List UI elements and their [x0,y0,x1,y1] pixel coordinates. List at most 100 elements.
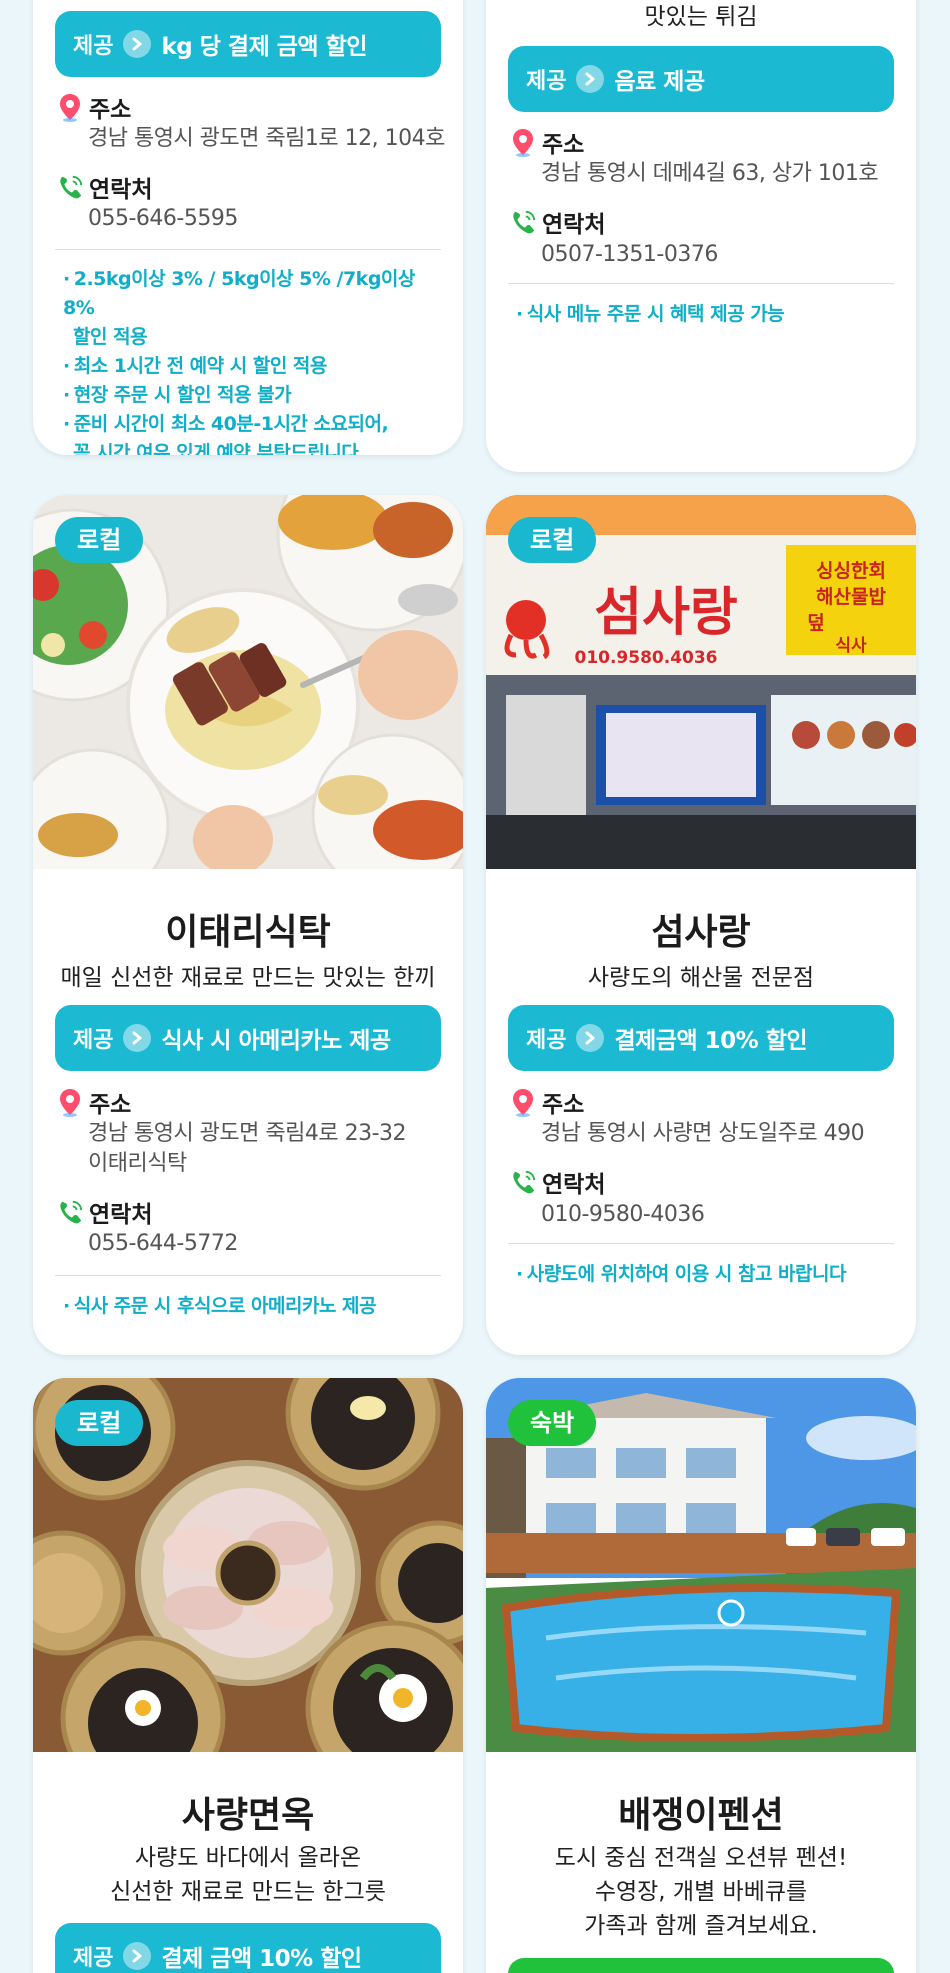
offer-banner[interactable]: 제공 음료 제공 [508,46,894,112]
divider [55,1275,441,1276]
address-value: 경남 통영시 사량면 상도일주로 490 [541,1121,865,1146]
address-label: 주소 [542,132,585,158]
offer-banner[interactable]: 제공 식사 시 아메리카노 제공 [55,1005,441,1071]
location-pin-icon [60,94,80,122]
offer-text: 결제금액 10% 할인 [614,1028,808,1054]
address-label: 주소 [542,1092,585,1118]
offer-banner[interactable]: 제공 결제금액 10% 할인 [508,1005,894,1071]
notes-list: · 식사 주문 시 후식으로 아메리카노 제공 [63,1292,443,1321]
store-subtitle-line2: 수영장, 개별 바베큐를 [594,1879,808,1905]
offer-banner[interactable]: 제공 결제 금액 10% 할인 [55,1923,441,1973]
chevron-right-icon [576,1024,605,1052]
phone-icon [512,1170,536,1195]
phone-icon [59,175,83,200]
divider [508,283,894,284]
note-item: · 사량도에 위치하여 이용 시 참고 바랍니다 [516,1263,846,1285]
contact-heading: 연락처 [510,1165,605,1199]
contact-label: 연락처 [89,177,153,203]
address-heading: 주소 [57,1085,131,1119]
offer-text: 음료 제공 [614,69,705,95]
divider [55,249,441,250]
contact-label: 연락처 [89,1202,153,1228]
note-item: · 식사 주문 시 후식으로 아메리카노 제공 [63,1295,376,1317]
store-title: 섬사랑 [651,912,751,953]
card-fish-shop[interactable]: 제공 kg 당 결제 금액 할인 주소 경남 통영시 광도면 죽림1로 12, … [33,0,463,455]
address-label: 주소 [89,1092,132,1118]
offer-label: 제공 [73,1946,114,1971]
note-item: 꼭 시간 여유 있게 예약 부탁드립니다. [73,442,366,455]
card-fried-food[interactable]: 맛있는 튀김 제공 음료 제공 주소 경남 통영시 데메4길 63, 상가 10… [486,0,916,472]
store-subtitle: 맛있는 튀김 [644,4,758,30]
address-value: 경남 통영시 광도면 죽림1로 12, 104호 [88,126,445,151]
address-heading: 주소 [510,125,584,159]
location-pin-icon [513,129,533,157]
address-heading: 주소 [57,90,131,124]
store-title: 배쟁이펜션 [618,1795,784,1836]
note-item: · 현장 주문 시 할인 적용 불가 [63,384,292,406]
address-label: 주소 [89,97,132,123]
contact-heading: 연락처 [510,205,605,239]
card-baejaengi-pension[interactable]: 숙박 배쟁이펜션 도시 중심 전객실 오션뷰 펜션! 수영장, 개별 바베큐를 … [486,1378,916,1973]
category-tag: 숙박 [508,1400,597,1446]
sign-phone: 010.9580.4036 [574,648,717,668]
offer-banner[interactable] [508,1958,894,1973]
store-subtitle: 사량도의 해산물 전문점 [587,965,815,991]
chevron-right-icon [123,1024,152,1052]
address-value: 경남 통영시 광도면 죽림4로 23-32 [88,1121,407,1146]
sign-menu-line: 식사 [835,636,867,656]
store-title: 이태리식탁 [165,912,331,953]
sign-menu-line: 해산물밥 [816,586,886,608]
address-value: 경남 통영시 데메4길 63, 상가 101호 [541,161,879,186]
notes-list: · 사량도에 위치하여 이용 시 참고 바랍니다 [516,1260,896,1289]
offer-label: 제공 [73,1028,114,1053]
offer-label: 제공 [526,1028,567,1053]
card-seomsarang[interactable]: 싱싱한회 해산물밥 덮 식사 섬사랑 010.9580.4036 로컬 섬사랑 … [486,495,916,1355]
store-subtitle-line1: 사량도 바다에서 올라온 [134,1845,362,1871]
card-saryang-myeonok[interactable]: 로컬 사량면옥 사량도 바다에서 올라온 신선한 재료로 만드는 한그릇 제공 … [33,1378,463,1973]
store-subtitle-line3: 가족과 함께 즐겨보세요. [584,1913,818,1939]
offer-text: 식사 시 아메리카노 제공 [161,1028,391,1054]
store-title: 사량면옥 [181,1795,315,1836]
phone-icon [59,1200,83,1225]
note-item: · 2.5kg이상 3% / 5kg이상 5% /7kg이상 8% [63,268,415,319]
chevron-right-icon [123,30,152,58]
sign-menu-line: 덮 [807,612,824,634]
store-photo: 싱싱한회 해산물밥 덮 식사 섬사랑 010.9580.4036 로컬 [486,495,916,869]
chevron-right-icon [123,1942,152,1970]
address-value-line2: 이태리식탁 [88,1151,187,1176]
note-item: · 최소 1시간 전 예약 시 할인 적용 [63,355,327,377]
address-heading: 주소 [510,1085,584,1119]
phone-value[interactable]: 010-9580-4036 [541,1200,705,1230]
divider [508,1243,894,1244]
notes-list: · 식사 메뉴 주문 시 혜택 제공 가능 [516,300,896,329]
contact-label: 연락처 [542,212,606,238]
location-pin-icon [513,1089,533,1117]
location-pin-icon [60,1089,80,1117]
note-item: · 준비 시간이 최소 40분-1시간 소요되어, [63,413,389,435]
store-subtitle: 매일 신선한 재료로 만드는 맛있는 한끼 [60,965,436,991]
note-item: · 식사 메뉴 주문 시 혜택 제공 가능 [516,303,785,325]
category-tag: 로컬 [55,1400,144,1446]
category-tag: 로컬 [508,517,597,563]
phone-value[interactable]: 0507-1351-0376 [541,240,718,270]
offer-label: 제공 [73,34,114,59]
category-tag: 로컬 [55,517,144,563]
phone-value[interactable]: 055-646-5595 [88,204,238,234]
offer-banner[interactable]: 제공 kg 당 결제 금액 할인 [55,11,441,77]
card-italy-table[interactable]: 로컬 이태리식탁 매일 신선한 재료로 만드는 맛있는 한끼 제공 식사 시 아… [33,495,463,1355]
offer-label: 제공 [526,69,567,94]
pension-photo: 숙박 [486,1378,916,1752]
contact-label: 연락처 [542,1172,606,1198]
food-photo: 로컬 [33,1378,463,1752]
notes-list: · 2.5kg이상 3% / 5kg이상 5% /7kg이상 8% 할인 적용 ·… [63,265,443,455]
sign-menu-line: 싱싱한회 [816,560,886,582]
contact-heading: 연락처 [57,170,152,204]
offer-text: 결제 금액 10% 할인 [161,1946,362,1972]
chevron-right-icon [576,65,605,93]
offer-text: kg 당 결제 금액 할인 [161,34,367,60]
food-photo: 로컬 [33,495,463,869]
phone-value[interactable]: 055-644-5772 [88,1229,238,1259]
store-subtitle-line1: 도시 중심 전객실 오션뷰 펜션! [554,1845,848,1871]
note-item: 할인 적용 [73,326,148,348]
sign-store-name: 섬사랑 [594,582,738,643]
